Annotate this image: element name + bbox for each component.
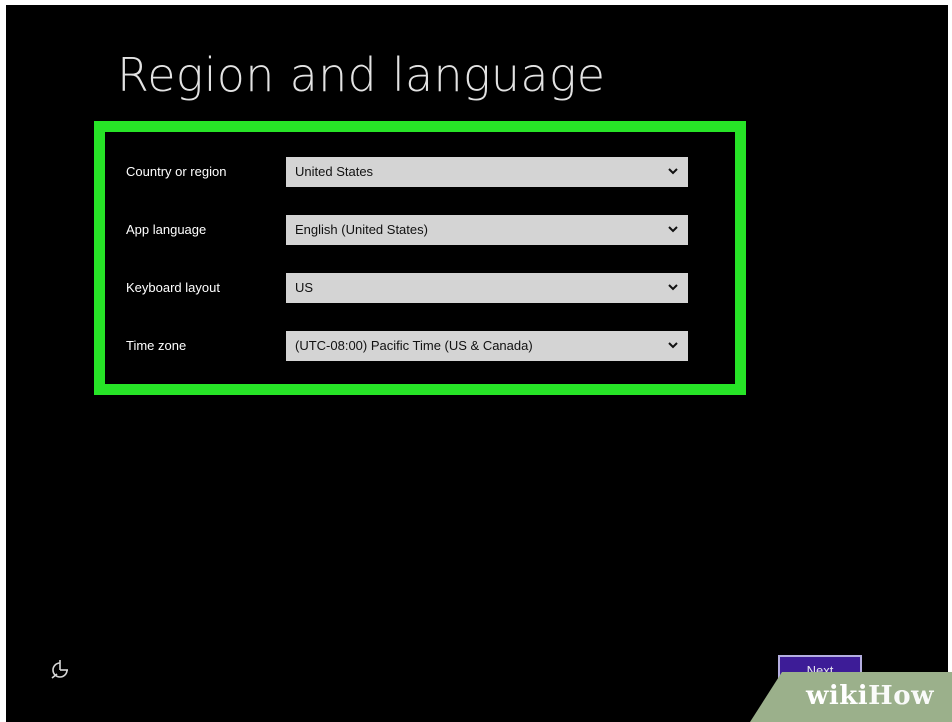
watermark-text: wikiHow	[806, 681, 934, 711]
app-language-row: App language English (United States)	[126, 215, 726, 245]
app-language-label: App language	[126, 222, 207, 237]
chevron-down-icon	[668, 284, 678, 291]
country-region-label: Country or region	[126, 164, 227, 179]
keyboard-layout-value: US	[295, 280, 314, 295]
time-zone-select[interactable]: (UTC-08:00) Pacific Time (US & Canada)	[286, 331, 688, 361]
chevron-down-icon	[668, 226, 678, 233]
keyboard-layout-select[interactable]: US	[286, 273, 688, 303]
time-zone-value: (UTC-08:00) Pacific Time (US & Canada)	[295, 338, 533, 353]
keyboard-layout-row: Keyboard layout US	[126, 273, 726, 303]
time-zone-row: Time zone (UTC-08:00) Pacific Time (US &…	[126, 331, 726, 361]
highlight-box: Country or region United States App lang…	[94, 121, 746, 395]
keyboard-layout-label: Keyboard layout	[126, 280, 220, 295]
country-region-select[interactable]: United States	[286, 157, 688, 187]
country-region-value: United States	[295, 164, 374, 179]
wikihow-watermark: wikiHow	[750, 672, 952, 722]
setup-screen: Region and language Country or region Un…	[6, 5, 948, 722]
ease-of-access-icon[interactable]	[49, 659, 71, 681]
chevron-down-icon	[668, 168, 678, 175]
chevron-down-icon	[668, 342, 678, 349]
watermark-how: How	[868, 681, 934, 711]
watermark-wiki: wiki	[806, 681, 869, 711]
app-language-select[interactable]: English (United States)	[286, 215, 688, 245]
page-title: Region and language	[117, 48, 606, 102]
country-region-row: Country or region United States	[126, 157, 726, 187]
time-zone-label: Time zone	[126, 338, 187, 353]
app-language-value: English (United States)	[295, 222, 428, 237]
